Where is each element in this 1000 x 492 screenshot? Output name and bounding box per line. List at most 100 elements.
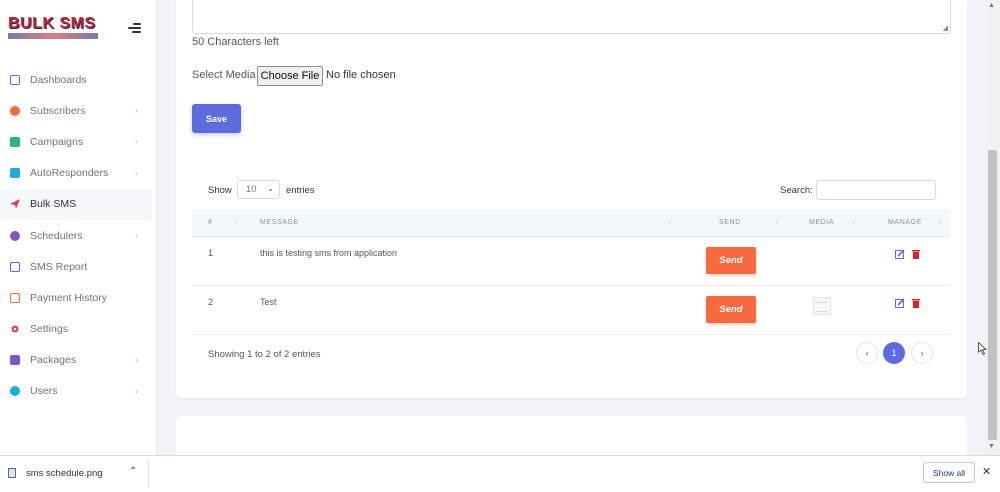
sms-table: # ↑ MESSAGE ↕ SEND ↕ MEDIA ↕ MANAGE ↕ 1 …	[192, 209, 951, 335]
sidebar-item-schedulers[interactable]: Schedulers ›	[0, 220, 152, 251]
search-input[interactable]	[816, 180, 936, 200]
sidebar-item-users[interactable]: Users ›	[0, 376, 152, 407]
close-icon[interactable]: ✕	[982, 465, 991, 478]
sidebar-item-dashboards[interactable]: Dashboards	[0, 64, 152, 95]
characters-left: 50 Characters left	[192, 36, 279, 48]
package-icon	[10, 355, 20, 366]
image-file-icon	[8, 468, 16, 478]
chevron-right-icon: ›	[135, 167, 138, 178]
save-button[interactable]: Save	[192, 104, 241, 133]
row-number: 1	[208, 248, 214, 258]
sidebar-item-label: Campaigns	[30, 135, 84, 148]
row-message: this is testing sms from application	[260, 248, 398, 258]
menu-toggle-icon[interactable]	[128, 23, 141, 33]
search-label: Search:	[780, 185, 813, 196]
media-thumbnail[interactable]	[813, 297, 831, 315]
alarm-clock-icon	[10, 230, 20, 241]
sort-icon: ↕	[668, 219, 672, 226]
table-info: Showing 1 to 2 of 2 entries	[208, 349, 321, 360]
sidebar-item-payment-history[interactable]: Payment History	[0, 282, 152, 313]
sidebar-item-campaigns[interactable]: Campaigns ›	[0, 126, 152, 157]
sidebar-item-label: Payment History	[30, 291, 108, 304]
column-header-manage[interactable]: MANAGE	[888, 219, 922, 226]
pagination-prev-button[interactable]: ‹	[856, 342, 878, 364]
scroll-up-icon[interactable]: ▲	[988, 2, 995, 9]
sidebar: BULK SMS Dashboards Subscribers › Campai…	[0, 0, 157, 455]
brand-flag-stripe	[8, 33, 98, 39]
reply-icon	[10, 168, 20, 179]
scroll-down-icon[interactable]: ▼	[988, 443, 995, 450]
user-icon	[10, 386, 20, 397]
chevron-down-icon: ⌄	[267, 184, 274, 193]
sidebar-item-label: Users	[30, 385, 58, 398]
sort-icon: ↑	[234, 219, 238, 226]
chevron-right-icon: ›	[135, 105, 138, 116]
entries-label: entries	[286, 185, 315, 196]
sidebar-item-label: Dashboards	[30, 73, 87, 86]
select-media-label: Select Media	[192, 69, 256, 81]
sidebar-item-label: Schedulers	[30, 229, 83, 242]
secondary-card	[176, 416, 967, 456]
pagination-next-button[interactable]: ›	[911, 342, 933, 364]
send-icon	[10, 199, 20, 210]
payment-icon	[10, 292, 20, 303]
delete-icon[interactable]	[911, 298, 921, 308]
store-icon	[10, 261, 20, 272]
send-button[interactable]: Send	[706, 247, 756, 274]
sidebar-item-label: AutoResponders	[30, 167, 109, 180]
sort-icon: ↕	[775, 219, 779, 226]
sidebar-item-label: Bulk SMS	[30, 198, 77, 211]
show-all-button[interactable]: Show all	[923, 462, 975, 483]
sidebar-item-subscribers[interactable]: Subscribers ›	[0, 95, 152, 126]
chevron-up-icon[interactable]: ⌃	[129, 466, 137, 477]
page-scrollbar[interactable]: ▲ ▼	[985, 0, 1000, 455]
chevron-right-icon: ›	[135, 229, 138, 240]
sidebar-item-label: Subscribers	[30, 104, 86, 117]
choose-file-button[interactable]: Choose File	[257, 66, 323, 86]
chevron-right-icon: ›	[135, 354, 138, 365]
pagination-page-button[interactable]: 1	[883, 342, 905, 364]
sidebar-item-settings[interactable]: Settings	[0, 314, 152, 345]
message-textarea[interactable]: ◢	[192, 0, 951, 34]
sidebar-item-label: SMS Report	[30, 260, 88, 273]
table-header: # ↑ MESSAGE ↕ SEND ↕ MEDIA ↕ MANAGE ↕	[192, 209, 951, 237]
edit-icon[interactable]	[895, 298, 905, 308]
sidebar-item-bulk-sms[interactable]: Bulk SMS	[0, 188, 152, 220]
gear-icon	[11, 325, 19, 333]
column-header-send[interactable]: SEND	[719, 219, 741, 226]
brand-name: BULK SMS	[8, 15, 96, 32]
delete-icon[interactable]	[911, 249, 921, 259]
sidebar-nav: Dashboards Subscribers › Campaigns › Aut…	[0, 64, 152, 407]
download-file-name[interactable]: sms schedule.png	[26, 468, 103, 479]
column-header-media[interactable]: MEDIA	[809, 219, 834, 226]
divider	[148, 460, 149, 488]
table-row: 2 Test Send	[192, 286, 951, 335]
mouse-cursor-icon	[978, 342, 987, 355]
row-number: 2	[208, 297, 214, 307]
show-label: Show	[208, 185, 232, 196]
store-icon	[10, 74, 20, 85]
edit-icon[interactable]	[895, 249, 905, 259]
bulk-sms-card: ◢ 50 Characters left Select Media Choose…	[176, 0, 967, 398]
user-icon	[10, 105, 20, 116]
sidebar-item-sms-report[interactable]: SMS Report	[0, 251, 152, 282]
brand-logo[interactable]: BULK SMS	[8, 15, 98, 41]
document-icon	[10, 136, 20, 147]
entries-length-value: 10	[246, 184, 257, 195]
column-header-number[interactable]: #	[208, 219, 213, 226]
sidebar-item-autoresponders[interactable]: AutoResponders ›	[0, 158, 152, 189]
column-header-message[interactable]: MESSAGE	[260, 219, 299, 226]
table-row: 1 this is testing sms from application S…	[192, 237, 951, 286]
entries-length-select[interactable]: 10 ⌄	[237, 180, 280, 199]
download-bar: sms schedule.png ⌃ Show all ✕	[0, 455, 1000, 492]
file-status: No file chosen	[326, 69, 396, 81]
sidebar-item-packages[interactable]: Packages ›	[0, 345, 152, 376]
row-message: Test	[260, 297, 277, 307]
send-button[interactable]: Send	[706, 296, 756, 323]
scrollbar-thumb[interactable]	[988, 150, 997, 440]
chevron-right-icon: ›	[135, 136, 138, 147]
sidebar-item-label: Packages	[30, 354, 77, 367]
sort-icon: ↕	[852, 219, 856, 226]
resize-grip-icon[interactable]: ◢	[943, 24, 948, 32]
chevron-right-icon: ›	[135, 385, 138, 396]
